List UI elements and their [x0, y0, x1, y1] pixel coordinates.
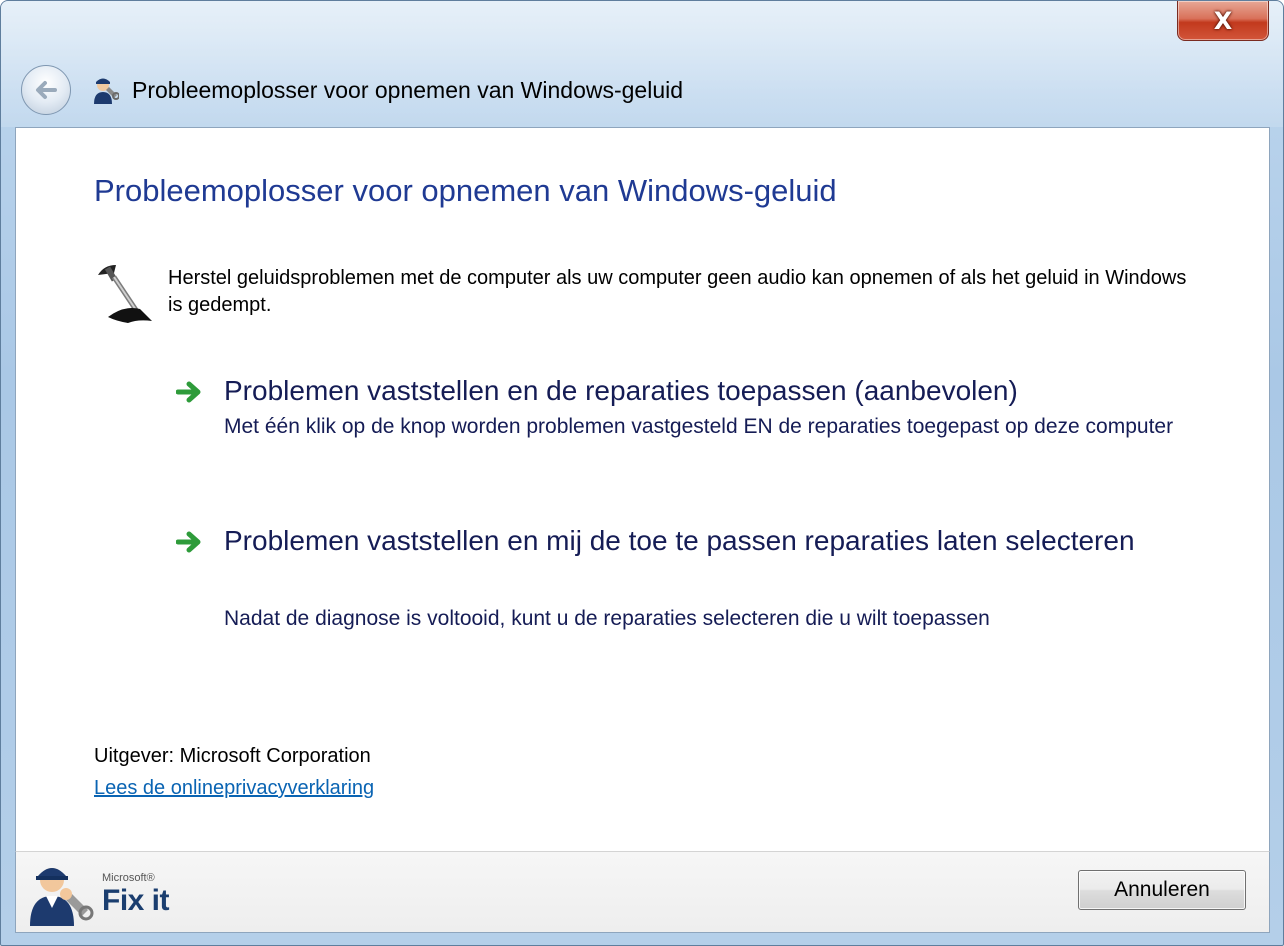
dialog-window: X Probleemoplosser voor opnemen van Wind… — [0, 0, 1284, 946]
privacy-statement-link[interactable]: Lees de onlineprivacyverklaring — [94, 777, 374, 800]
window-title: Probleemoplosser voor opnemen van Window… — [132, 77, 684, 103]
option-subtitle: Nadat de diagnose is voltooid, kunt u de… — [224, 607, 990, 630]
microphone-icon — [98, 265, 152, 323]
option-title[interactable]: Problemen vaststellen en mij de toe te p… — [224, 520, 1204, 562]
page-title: Probleemoplosser voor opnemen van Window… — [94, 173, 837, 208]
publisher-label: Uitgever: Microsoft Corporation — [94, 745, 371, 767]
green-arrow-icon — [176, 381, 201, 403]
back-arrow-icon — [36, 81, 57, 99]
green-arrow-icon — [176, 531, 201, 553]
footer-bar: Microsoft® Fix it Annuleren — [15, 851, 1270, 933]
fixit-mascot-icon — [30, 868, 94, 926]
content-pane: Probleemoplosser voor opnemen van Window… — [15, 127, 1270, 851]
description-text: Herstel geluidsproblemen met de computer… — [168, 267, 1187, 316]
fixit-logo: Microsoft® Fix it — [24, 856, 184, 930]
troubleshooter-icon — [94, 78, 119, 104]
close-button[interactable]: X — [1177, 1, 1269, 41]
option-title[interactable]: Problemen vaststellen en de reparaties t… — [224, 370, 1204, 412]
logo-name: Fix it — [102, 884, 170, 917]
option-subtitle: Met één klik op de knop worden problemen… — [224, 415, 1174, 438]
cancel-button[interactable]: Annuleren — [1078, 870, 1246, 910]
logo-brand: Microsoft® — [102, 872, 155, 884]
close-icon: X — [1213, 6, 1233, 35]
back-button[interactable] — [21, 65, 71, 115]
